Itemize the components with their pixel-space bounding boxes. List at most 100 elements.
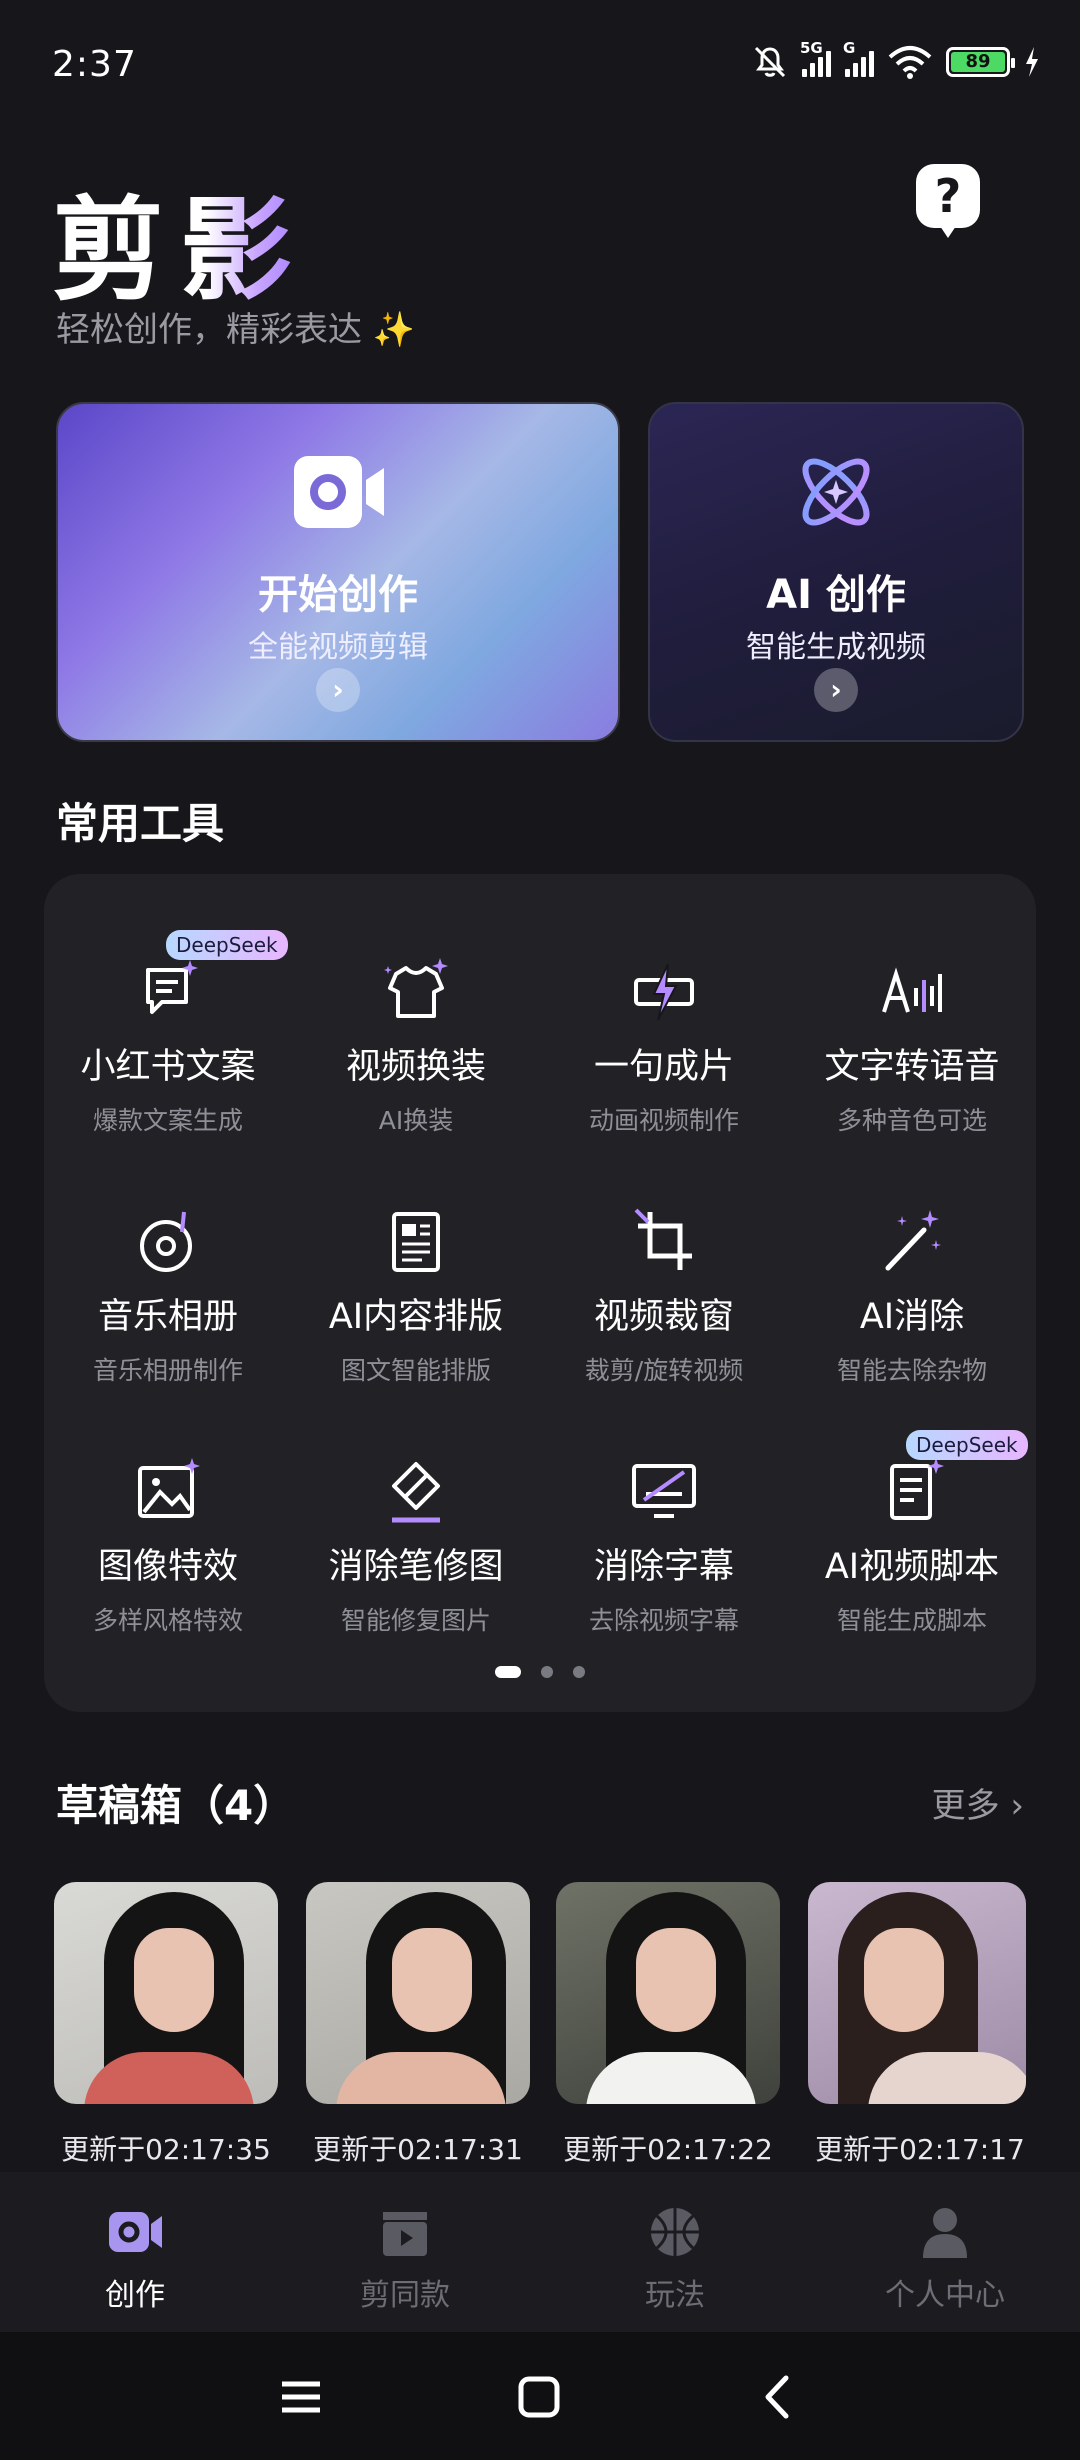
shirt-icon (384, 958, 448, 1018)
page-dot[interactable] (495, 1666, 521, 1678)
nav-profile[interactable]: 个人中心 (810, 2172, 1080, 2332)
tool-name: AI内容排版 (328, 1297, 504, 1337)
help-button[interactable]: ? (916, 164, 980, 238)
tool-text-to-speech[interactable]: 文字转语音 多种音色可选 (788, 956, 1036, 1137)
charging-icon (1026, 47, 1038, 77)
eraser-icon (392, 1462, 440, 1523)
tools-page-indicator (0, 1666, 1080, 1678)
draft-item[interactable]: 更新于02:17:22 (556, 1882, 780, 2168)
tool-desc: 图文智能排版 (340, 1356, 491, 1385)
draft-thumbnail (556, 1882, 780, 2104)
status-icons: 5G G 89 (752, 39, 1040, 80)
draft-time: 更新于02:17:22 (563, 2133, 773, 2166)
draft-thumbnail (808, 1882, 1026, 2104)
magic-wand-icon (885, 1210, 941, 1271)
tool-image-effects[interactable]: 图像特效 多样风格特效 (44, 1456, 292, 1637)
tool-remove-subtitles[interactable]: 消除字幕 去除视频字幕 (540, 1456, 788, 1637)
bottom-nav: 创作 剪同款 玩法 个人中心 (0, 2172, 1080, 2332)
nav-template[interactable]: 剪同款 (270, 2172, 540, 2332)
tool-music-album[interactable]: 音乐相册 音乐相册制作 (44, 1206, 292, 1387)
app-logo-char: 剪 (52, 185, 180, 316)
tool-eraser-retouch[interactable]: 消除笔修图 智能修复图片 (292, 1456, 540, 1637)
video-camera-icon (294, 456, 384, 528)
basketball-icon (651, 2208, 699, 2256)
back-icon[interactable] (754, 2372, 804, 2422)
page-dot[interactable] (573, 1666, 585, 1678)
tool-ai-erase[interactable]: AI消除 智能去除杂物 (788, 1206, 1036, 1387)
draft-item[interactable]: 更新于02:17:17 (808, 1882, 1032, 2168)
home-icon[interactable] (514, 2372, 564, 2422)
tool-name: 视频裁窗 (593, 1297, 734, 1337)
tool-xiaohongshu-copy[interactable]: DeepSeek 小红书文案 爆款文案生成 (44, 930, 292, 1137)
tool-ai-video-script[interactable]: DeepSeek AI视频脚本 智能生成脚本 (788, 1430, 1036, 1637)
draft-thumbnail (306, 1882, 530, 2104)
lightning-frame-icon (634, 963, 694, 1021)
app-logo-char: 影 (180, 185, 308, 316)
atom-sparkle-icon (802, 458, 870, 526)
video-camera-icon (109, 2212, 162, 2252)
tool-desc: 多样风格特效 (92, 1606, 243, 1635)
tool-desc: 去除视频字幕 (588, 1606, 739, 1635)
tool-name: AI消除 (859, 1297, 965, 1337)
mute-bell-icon (754, 46, 786, 78)
battery-level: 89 (951, 52, 1005, 72)
tool-ai-layout[interactable]: AI内容排版 图文智能排版 (292, 1206, 540, 1387)
clapperboard-icon (383, 2212, 427, 2256)
drafts-section-title: 草稿箱（4） (56, 1781, 296, 1830)
tools-panel: DeepSeek 小红书文案 爆款文案生成 视频换装 AI换装 一句成片 动画视… (44, 874, 1036, 1712)
system-nav-bar (0, 2332, 1080, 2460)
tool-desc: AI换装 (378, 1106, 454, 1135)
ai-creation-card[interactable]: AI 创作 智能生成视频 › (648, 402, 1024, 742)
drafts-more-link[interactable]: 更多 › (932, 1778, 1024, 1827)
draft-item[interactable]: 更新于02:17:31 (306, 1882, 530, 2168)
menu-icon[interactable] (276, 2372, 326, 2422)
draft-thumbnail (54, 1882, 278, 2104)
chevron-right-icon: › (316, 668, 360, 712)
tool-desc: 动画视频制作 (588, 1106, 739, 1135)
document-layout-icon (392, 1212, 440, 1272)
tool-desc: 裁剪/旋转视频 (584, 1356, 744, 1385)
tool-desc: 音乐相册制作 (92, 1356, 243, 1385)
deepseek-badge: DeepSeek (166, 930, 288, 960)
nav-label: 剪同款 (360, 2278, 450, 2313)
monitor-subtitle-icon (632, 1464, 696, 1518)
app-logo: 剪影 (52, 160, 308, 322)
tools-section-title: 常用工具 (56, 799, 225, 848)
question-mark-icon: ? (934, 169, 962, 223)
tool-desc: 多种音色可选 (836, 1106, 987, 1135)
start-creating-card[interactable]: 开始创作 全能视频剪辑 › (56, 402, 620, 742)
draft-time: 更新于02:17:31 (313, 2133, 523, 2166)
nav-play[interactable]: 玩法 (540, 2172, 810, 2332)
music-disc-icon (140, 1211, 192, 1272)
nav-label: 玩法 (645, 2278, 705, 2313)
script-document-icon (890, 1458, 944, 1520)
tagline: 轻松创作，精彩表达 ✨ (56, 310, 416, 350)
tool-video-outfit[interactable]: 视频换装 AI换装 (292, 956, 540, 1137)
tool-video-crop[interactable]: 视频裁窗 裁剪/旋转视频 (540, 1206, 788, 1387)
tool-name: AI视频脚本 (824, 1547, 1000, 1587)
page-dot[interactable] (541, 1666, 553, 1678)
tool-desc: 智能生成脚本 (836, 1606, 987, 1635)
tool-desc: 智能去除杂物 (836, 1356, 987, 1385)
ai-creation-subtitle: 智能生成视频 (746, 630, 926, 665)
signal-type-label: G (843, 39, 856, 57)
signal-type-label: 5G (800, 39, 823, 57)
draft-item[interactable]: 更新于02:17:35 (54, 1882, 278, 2168)
crop-icon (634, 1208, 692, 1270)
nav-create[interactable]: 创作 (0, 2172, 270, 2332)
tool-name: 图像特效 (97, 1547, 238, 1587)
draft-time: 更新于02:17:17 (815, 2133, 1025, 2166)
tool-name: 小红书文案 (80, 1047, 256, 1087)
ai-creation-title: AI 创作 (766, 572, 906, 618)
person-icon (923, 2208, 967, 2258)
signal-icon: G (843, 39, 874, 77)
tool-desc: 智能修复图片 (340, 1606, 491, 1635)
battery-icon: 89 (946, 47, 1015, 77)
tool-desc: 爆款文案生成 (92, 1106, 243, 1135)
tool-one-sentence-video[interactable]: 一句成片 动画视频制作 (540, 956, 788, 1137)
tool-name: 消除字幕 (593, 1547, 734, 1587)
deepseek-badge: DeepSeek (906, 1430, 1028, 1460)
status-time: 2:37 (52, 44, 137, 85)
chevron-right-icon: › (814, 668, 858, 712)
chat-bubble-icon (146, 960, 198, 1014)
